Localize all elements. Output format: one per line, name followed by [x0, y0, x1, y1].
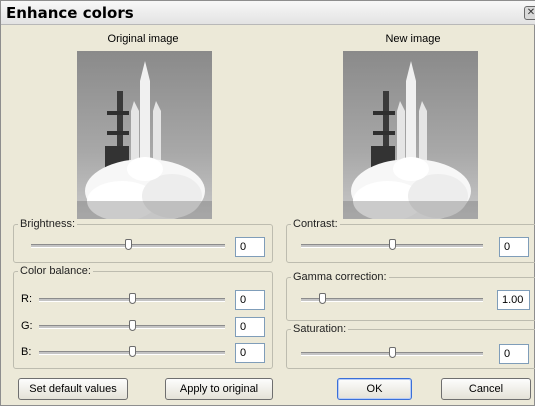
gamma-correction-legend: Gamma correction:: [293, 271, 387, 283]
title-bar: Enhance colors ✕: [1, 1, 535, 25]
slider-thumb[interactable]: [319, 293, 326, 304]
saturation-value-input[interactable]: 0: [499, 344, 529, 364]
original-image-preview: [77, 51, 212, 219]
slider-thumb[interactable]: [129, 293, 136, 304]
brightness-slider[interactable]: [31, 238, 225, 252]
green-channel-label: G:: [21, 320, 33, 332]
red-channel-value-input[interactable]: 0: [235, 290, 265, 310]
saturation-slider[interactable]: [301, 346, 483, 360]
slider-thumb[interactable]: [129, 320, 136, 331]
slider-thumb[interactable]: [129, 346, 136, 357]
color-balance-legend: Color balance:: [20, 265, 91, 277]
brightness-legend: Brightness:: [20, 218, 76, 230]
brightness-value-input[interactable]: 0: [235, 237, 265, 257]
original-image-caption: Original image: [107, 33, 179, 45]
gamma-correction-slider[interactable]: [301, 292, 483, 306]
green-channel-value-input[interactable]: 0: [235, 317, 265, 337]
blue-channel-label: B:: [21, 346, 32, 358]
blue-channel-value-input[interactable]: 0: [235, 343, 265, 363]
red-channel-slider[interactable]: [39, 292, 225, 306]
slider-thumb[interactable]: [389, 347, 396, 358]
set-default-values-button[interactable]: Set default values: [18, 378, 128, 400]
green-channel-slider[interactable]: [39, 319, 225, 333]
close-icon[interactable]: ✕: [524, 6, 535, 20]
slider-track: [301, 298, 483, 302]
ok-button[interactable]: OK: [337, 378, 412, 400]
contrast-value-input[interactable]: 0: [499, 237, 529, 257]
apply-to-original-button[interactable]: Apply to original: [165, 378, 273, 400]
blue-channel-slider[interactable]: [39, 345, 225, 359]
saturation-legend: Saturation:: [293, 323, 347, 335]
contrast-legend: Contrast:: [293, 218, 338, 230]
enhance-colors-dialog: Enhance colors ✕ Original image New imag…: [0, 0, 535, 406]
new-image-caption: New image: [385, 33, 441, 45]
dialog-title: Enhance colors: [6, 4, 134, 22]
red-channel-label: R:: [21, 293, 32, 305]
slider-thumb[interactable]: [125, 239, 132, 250]
gamma-correction-value-input[interactable]: 1.00: [497, 290, 530, 310]
cancel-button[interactable]: Cancel: [441, 378, 531, 400]
slider-thumb[interactable]: [389, 239, 396, 250]
contrast-slider[interactable]: [301, 238, 483, 252]
new-image-preview: [343, 51, 478, 219]
